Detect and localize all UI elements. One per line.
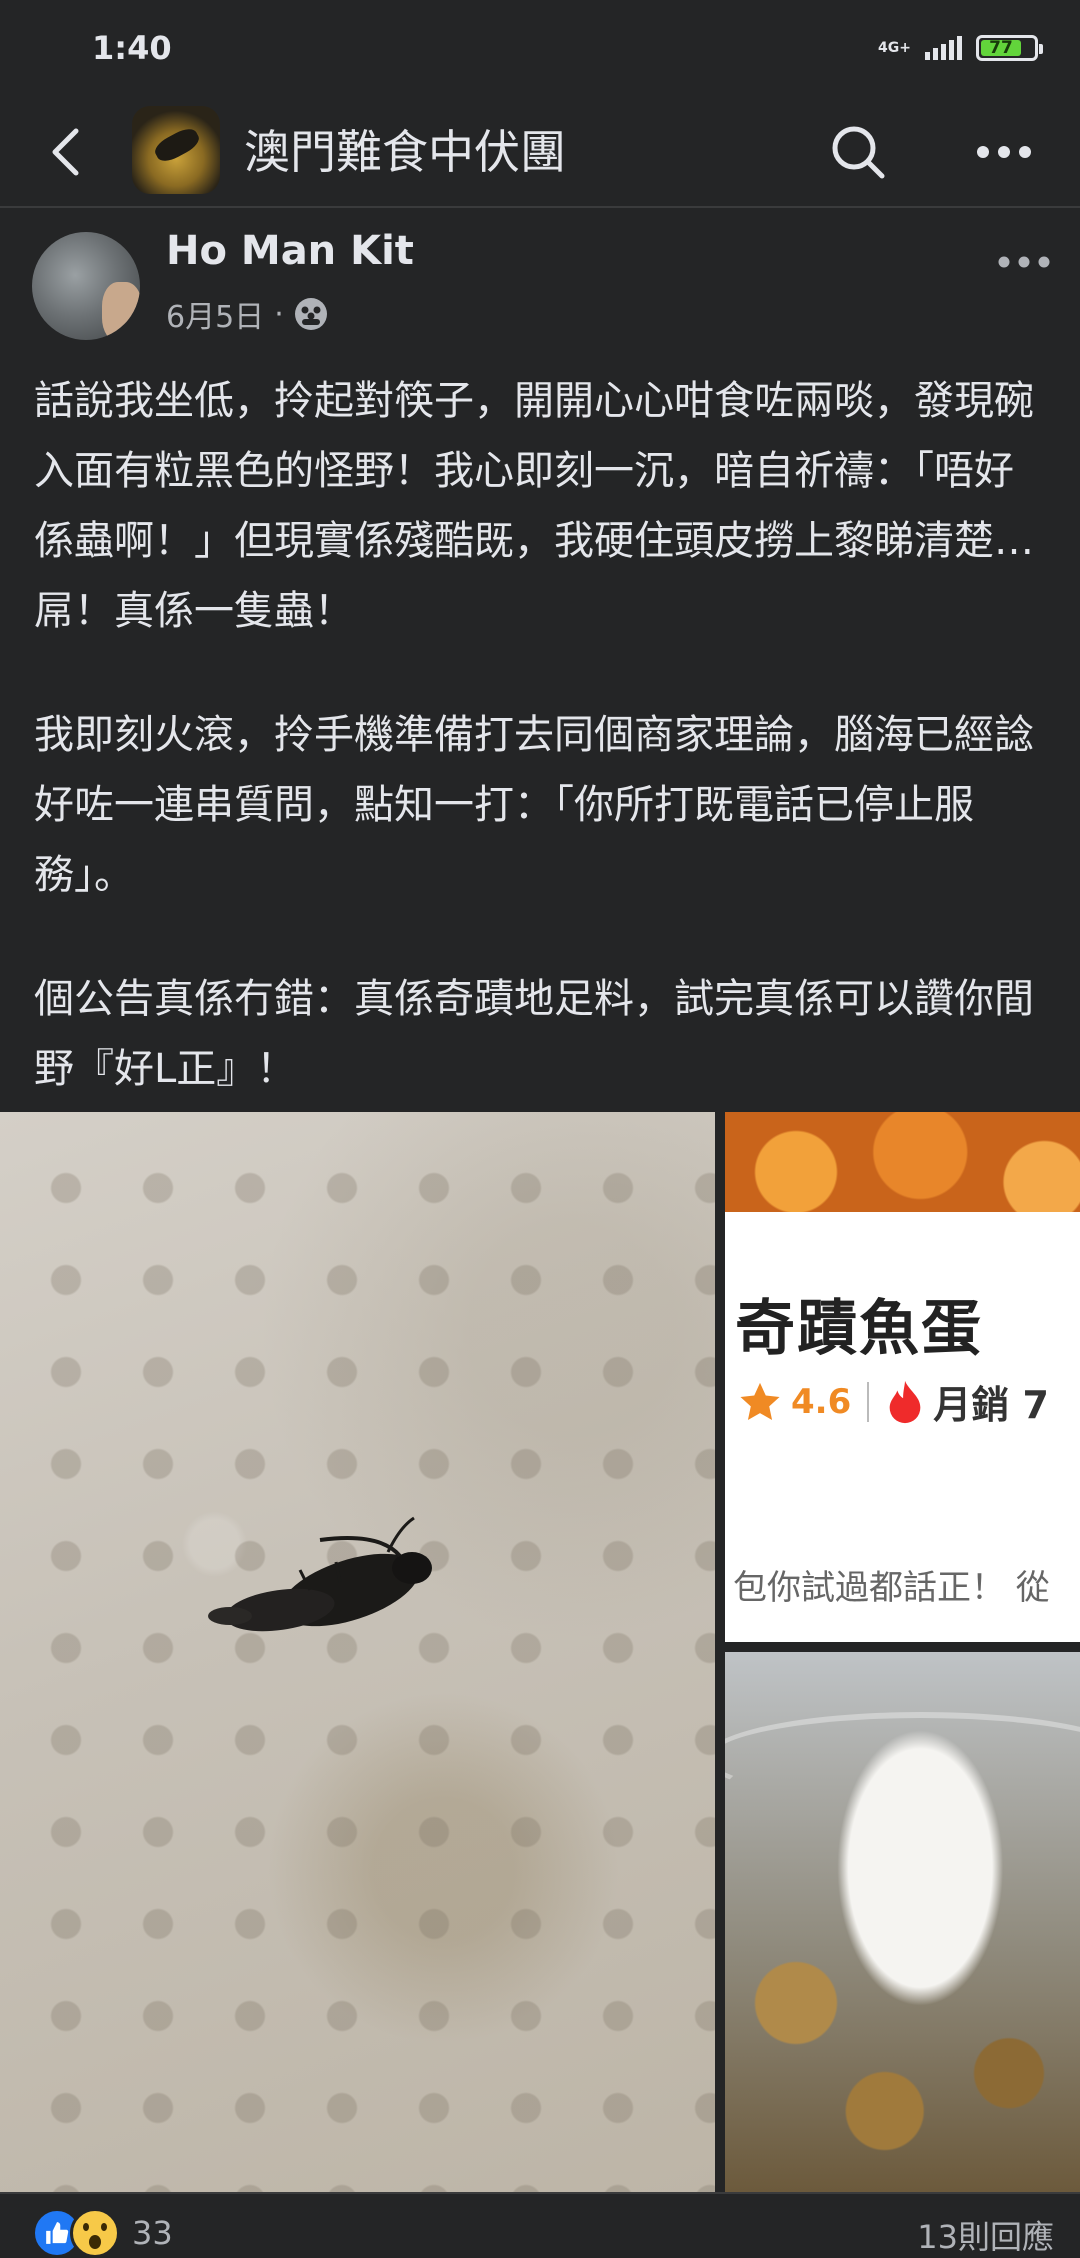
shop-slogan: 包你試過都話正！ 從 [733, 1568, 1050, 1608]
comment-count[interactable]: 13則回應 [917, 2212, 1054, 2258]
more-button[interactable] [974, 122, 1034, 182]
group-avatar[interactable] [132, 106, 220, 194]
meta-separator: · [274, 296, 284, 332]
stat-divider [867, 1381, 870, 1422]
status-icons: 4G+ 77 [878, 35, 1043, 61]
shop-name: 奇蹟魚蛋 [735, 1294, 983, 1364]
signal-icon [925, 36, 962, 60]
post-media: 奇蹟魚蛋 4.6 月銷 7 包你試過都話正！ 從 [0, 1112, 1080, 2192]
reactions-summary[interactable]: 33 [32, 2208, 173, 2258]
insect-photo[interactable] [0, 1112, 715, 2192]
author-avatar[interactable] [32, 232, 140, 340]
reaction-count: 33 [132, 2214, 173, 2252]
flame-icon [889, 1380, 921, 1423]
post-paragraph: 我即刻火滾，拎手機準備打去同個商家理論，腦海已經諗好咗一連串質問，點知一打：「你… [34, 712, 1034, 898]
status-bar: 1:40 4G+ 77 [0, 0, 1080, 96]
network-type: 4G+ [878, 40, 911, 56]
post-options-button[interactable] [996, 242, 1052, 282]
more-icon [977, 146, 1031, 158]
food-image [725, 1112, 1080, 1212]
shop-rating: 4.6 [791, 1381, 852, 1422]
status-time: 1:40 [92, 29, 172, 67]
post-meta: 6月5日 · [166, 292, 328, 336]
group-title[interactable]: 澳門難食中伏團 [244, 122, 566, 182]
post-header: Ho Man Kit 6月5日 · [0, 208, 1080, 348]
back-arrow-icon [52, 128, 79, 176]
post-paragraph: 個公告真係冇錯：真係奇蹟地足料，試完真係可以讚你間野『好L正』！ [34, 976, 1034, 1092]
insect-illustration [208, 1516, 432, 1632]
post-text: 話說我坐低，拎起對筷子，開開心心咁食咗兩啖，發現碗入面有粒黑色的怪野！我心即刻一… [34, 366, 1052, 1158]
star-icon [740, 1382, 780, 1420]
shop-sales: 月銷 7 [933, 1383, 1049, 1427]
shop-screenshot[interactable]: 奇蹟魚蛋 4.6 月銷 7 包你試過都話正！ 從 [725, 1112, 1080, 1642]
search-button[interactable] [828, 122, 888, 182]
author-name[interactable]: Ho Man Kit [166, 228, 414, 274]
search-icon [832, 126, 885, 179]
back-button[interactable] [40, 124, 90, 180]
more-icon [998, 256, 1050, 268]
group-header: 澳門難食中伏團 [0, 96, 1080, 208]
wow-icon [70, 2208, 120, 2258]
battery-level: 77 [981, 38, 1022, 58]
shop-stats: 4.6 月銷 7 [737, 1374, 1049, 1429]
group-icon [294, 298, 327, 330]
battery-icon: 77 [976, 35, 1043, 61]
reaction-bar: 33 13則回應 [0, 2192, 1080, 2258]
post-date[interactable]: 6月5日 [166, 292, 264, 336]
post-paragraph: 話說我坐低，拎起對筷子，開開心心咁食咗兩啖，發現碗入面有粒黑色的怪野！我心即刻一… [34, 378, 1034, 634]
bowl-photo[interactable] [725, 1652, 1080, 2192]
